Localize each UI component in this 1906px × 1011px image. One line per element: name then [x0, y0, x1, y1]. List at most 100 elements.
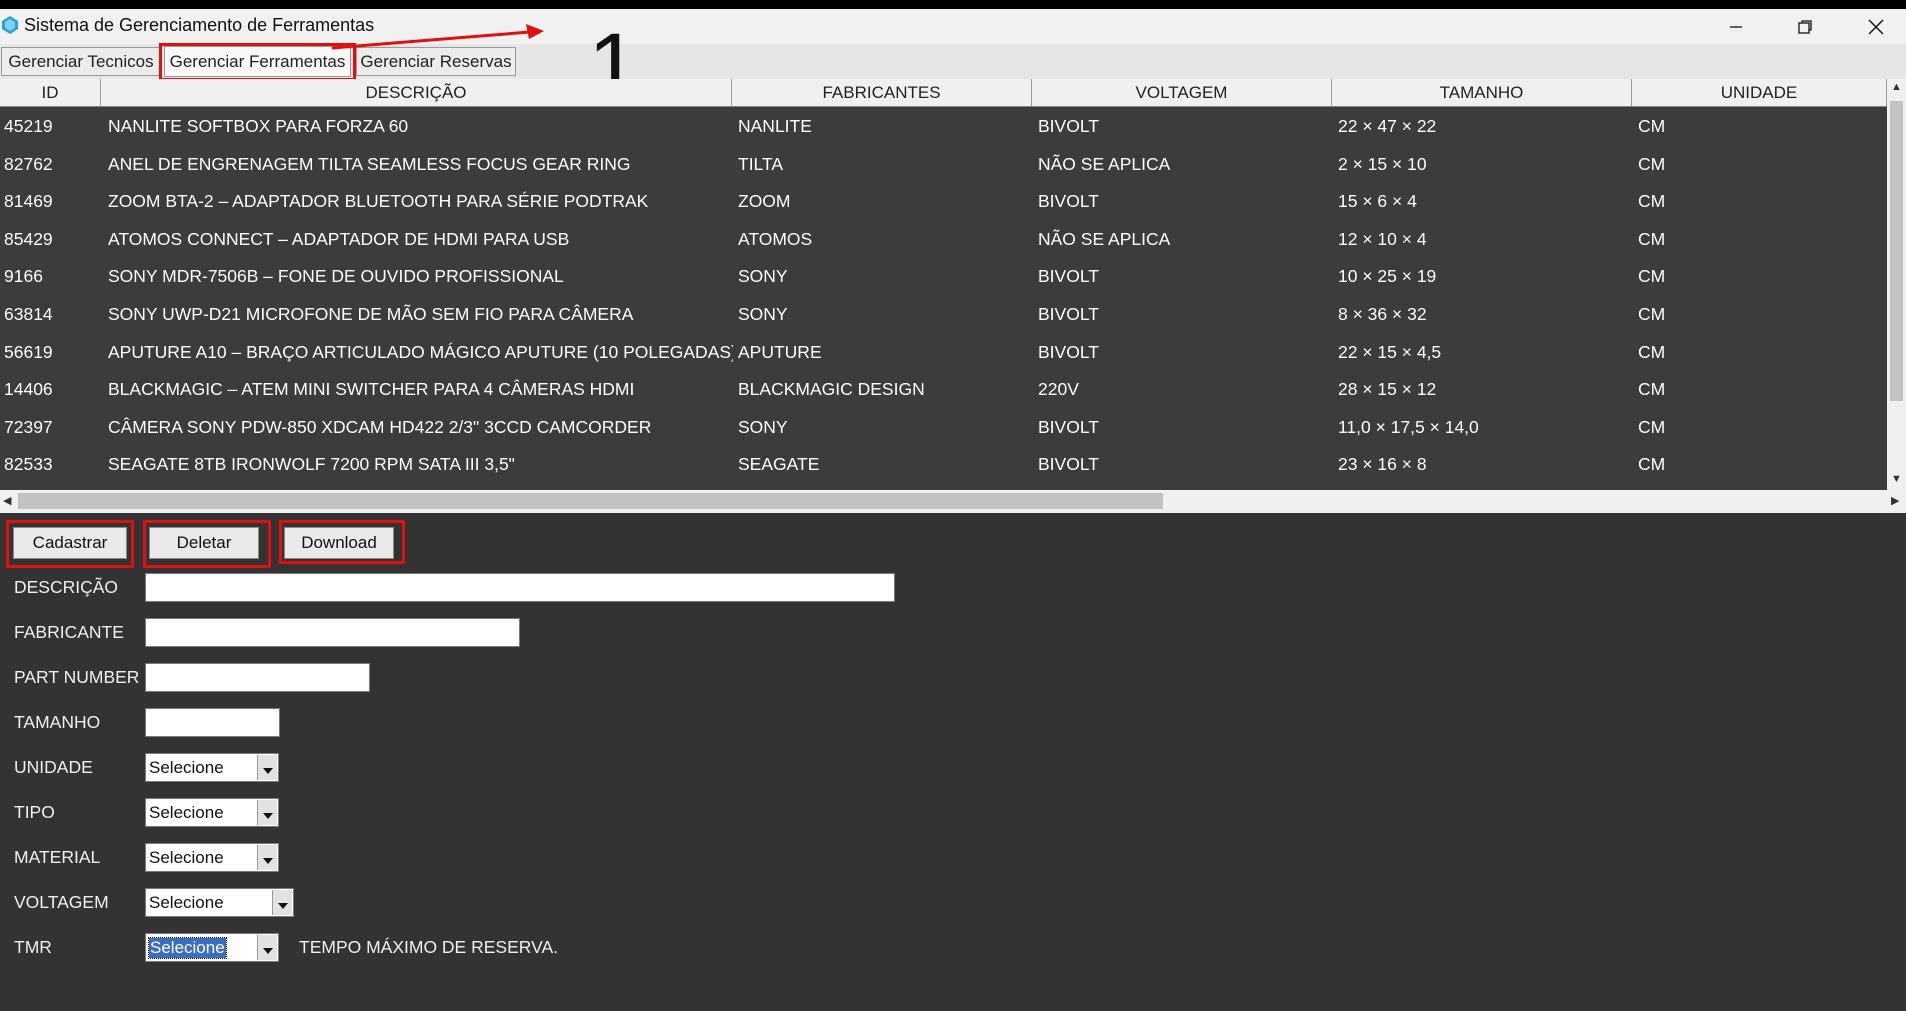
cell-voltagem: NÃO SE APLICA — [1038, 228, 1171, 249]
cell-unidade: CM — [1638, 341, 1666, 362]
cell-fabricante: APUTURE — [738, 341, 822, 362]
tmr-select[interactable]: Selecione — [145, 933, 279, 962]
cell-descricao: SONY UWP-D21 MICROFONE DE MÃO SEM FIO PA… — [108, 304, 634, 324]
cell-fabricante: ZOOM — [738, 191, 791, 212]
table-row[interactable]: 45219 NANLITE SOFTBOX PARA FORZA 60 NANLIT… — [0, 108, 1887, 146]
tamanho-input[interactable] — [145, 708, 280, 737]
cell-tamanho: 22 × 47 × 22 — [1338, 116, 1437, 136]
chevron-down-icon[interactable] — [257, 800, 277, 825]
table-row[interactable]: 56619 APUTURE A10 – BRAÇO ARTICULADO MÁGI… — [0, 334, 1887, 372]
descricao-input[interactable] — [145, 573, 895, 602]
scroll-left-icon[interactable]: ◀ — [3, 494, 11, 507]
cell-unidade: CM — [1638, 266, 1666, 287]
cell-tamanho: 11,0 × 17,5 × 14,0 — [1338, 416, 1479, 437]
table-row[interactable]: 63814 SONY UWP-D21 MICROFONE DE MÃO SEM F… — [0, 296, 1887, 334]
cell-tamanho: 2 × 15 × 10 — [1338, 153, 1427, 174]
scroll-right-icon[interactable]: ▶ — [1891, 494, 1899, 507]
tmr-selected-value: Selecione — [148, 937, 227, 959]
table-horizontal-scrollbar[interactable]: ◀ ▶ — [0, 490, 1906, 513]
table-row[interactable]: 81469 ZOOM BTA-2 – ADAPTADOR BLUETOOTH PA… — [0, 183, 1887, 221]
fabricante-input[interactable] — [145, 618, 520, 647]
tamanho-label: TAMANHO — [14, 712, 101, 732]
unidade-select[interactable]: Selecione — [145, 753, 279, 782]
tipo-select[interactable]: Selecione — [145, 798, 279, 827]
cell-unidade: CM — [1638, 379, 1666, 400]
tmr-label: TMR — [14, 937, 52, 957]
table-row[interactable]: 14406 BLACKMAGIC – ATEM MINI SWITCHER PAR… — [0, 371, 1887, 409]
cell-id: 82762 — [4, 153, 53, 174]
cell-id: 56619 — [4, 341, 53, 362]
scroll-up-icon[interactable]: ▲ — [1891, 81, 1902, 93]
cell-voltagem: BIVOLT — [1038, 191, 1099, 212]
scroll-down-icon[interactable]: ▼ — [1891, 473, 1902, 485]
cell-unidade: CM — [1638, 416, 1666, 437]
restore-button[interactable] — [1775, 9, 1835, 44]
cell-fabricante: ATOMOS — [738, 228, 813, 249]
cell-tamanho: 22 × 15 × 4,5 — [1338, 341, 1442, 362]
cell-id: 63814 — [4, 304, 53, 324]
column-header-unidade[interactable]: UNIDADE — [1632, 79, 1887, 106]
column-header-voltagem[interactable]: VOLTAGEM — [1032, 79, 1332, 106]
cell-descricao: CÂMERA SONY PDW-850 XDCAM HD422 2/3" 3CC… — [108, 416, 652, 437]
voltagem-select[interactable]: Selecione — [145, 888, 294, 917]
part-number-input[interactable] — [145, 663, 370, 692]
table-row[interactable]: 85429 ATOMOS CONNECT – ADAPTADOR DE HDMI … — [0, 221, 1887, 259]
column-header-descricao[interactable]: DESCRIÇÃO — [101, 79, 732, 106]
cell-id: 72397 — [4, 416, 53, 437]
chevron-down-icon[interactable] — [257, 845, 277, 870]
cell-id: 81469 — [4, 191, 53, 212]
fabricante-label: FABRICANTE — [14, 622, 124, 642]
cell-descricao: BLACKMAGIC – ATEM MINI SWITCHER PARA 4 C… — [108, 379, 635, 400]
close-icon — [1868, 19, 1884, 34]
chevron-down-icon[interactable] — [257, 935, 277, 960]
cell-unidade: CM — [1638, 228, 1666, 249]
minimize-button[interactable] — [1706, 9, 1766, 44]
cell-descricao: NANLITE SOFTBOX PARA FORZA 60 — [108, 116, 409, 136]
cell-id: 14406 — [4, 379, 53, 400]
cell-descricao: ZOOM BTA-2 – ADAPTADOR BLUETOOTH PARA SÉ… — [108, 191, 649, 212]
window-title: Sistema de Gerenciamento de Ferramentas — [24, 15, 375, 35]
material-selected-value: Selecione — [149, 848, 224, 867]
column-header-tamanho[interactable]: TAMANHO — [1332, 79, 1632, 106]
cell-tamanho: 12 × 10 × 4 — [1338, 228, 1427, 249]
chevron-down-icon[interactable] — [257, 755, 277, 780]
horizontal-scroll-thumb[interactable] — [18, 493, 1163, 509]
cell-voltagem: BIVOLT — [1038, 454, 1099, 475]
cell-unidade: CM — [1638, 116, 1666, 136]
annotation-highlight-cadastrar — [6, 520, 134, 568]
cell-descricao: SEAGATE 8TB IRONWOLF 7200 RPM SATA III 3… — [108, 454, 515, 475]
part-number-label: PART NUMBER — [14, 667, 140, 687]
screen-top-edge — [0, 0, 1906, 9]
close-button[interactable] — [1846, 9, 1906, 44]
cell-unidade: CM — [1638, 153, 1666, 174]
cell-unidade: CM — [1638, 304, 1666, 324]
table-vertical-scrollbar[interactable]: ▲ ▼ — [1887, 79, 1906, 490]
voltagem-selected-value: Selecione — [149, 893, 224, 912]
cell-tamanho: 10 × 25 × 19 — [1338, 266, 1437, 287]
column-header-id[interactable]: ID — [0, 79, 101, 106]
table-row[interactable]: 82533 SEAGATE 8TB IRONWOLF 7200 RPM SATA … — [0, 446, 1887, 484]
unidade-selected-value: Selecione — [149, 758, 224, 777]
cell-fabricante: TILTA — [738, 153, 784, 174]
column-header-fabricantes[interactable]: FABRICANTES — [732, 79, 1032, 106]
table-row[interactable]: 72397 CÂMERA SONY PDW-850 XDCAM HD422 2/3… — [0, 409, 1887, 447]
table-row[interactable]: 82762 ANEL DE ENGRENAGEM TILTA SEAMLESS F… — [0, 146, 1887, 184]
vertical-scroll-thumb[interactable] — [1890, 101, 1903, 401]
annotation-highlight-download — [279, 520, 405, 564]
tab-gerenciar-tecnicos[interactable]: Gerenciar Tecnicos — [1, 47, 161, 76]
cell-id: 9166 — [4, 266, 43, 287]
table-row[interactable]: 9166 SONY MDR-7506B – FONE DE OUVIDO PROF… — [0, 258, 1887, 296]
material-select[interactable]: Selecione — [145, 843, 279, 872]
chevron-down-icon[interactable] — [272, 890, 292, 915]
material-label: MATERIAL — [14, 847, 101, 867]
cell-voltagem: BIVOLT — [1038, 341, 1099, 362]
cell-voltagem: BIVOLT — [1038, 266, 1099, 287]
cell-fabricante: SONY — [738, 266, 788, 287]
cell-voltagem: BIVOLT — [1038, 416, 1099, 437]
cell-descricao: SONY MDR-7506B – FONE DE OUVIDO PROFISSI… — [108, 266, 564, 287]
cell-fabricante: SEAGATE — [738, 454, 820, 475]
annotation-arrow — [331, 24, 544, 50]
cell-fabricante: SONY — [738, 416, 788, 437]
cell-voltagem: BIVOLT — [1038, 116, 1099, 136]
cell-tamanho: 8 × 36 × 32 — [1338, 304, 1427, 324]
